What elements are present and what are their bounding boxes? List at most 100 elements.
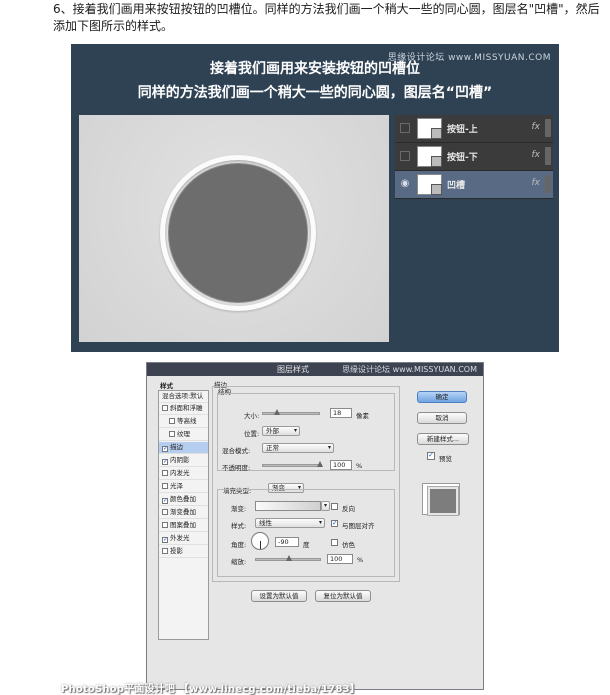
scale-input[interactable]: 100 [327, 554, 353, 564]
style-checkbox[interactable] [162, 509, 168, 515]
slider-knob[interactable] [286, 555, 292, 561]
fx-icon[interactable]: fx [532, 150, 541, 160]
dialog-body: 样式 混合选项:默认 斜面和浮雕 等高线 纹理 ✓ 描边 ✓ 内阴影 内发光 光泽 ✓ 颜色叠加 渐变… [147, 376, 483, 689]
layer-row[interactable]: 按钮-上 fx [395, 115, 553, 143]
style-item-label: 内发光 [170, 469, 190, 477]
style-checkbox[interactable] [162, 405, 168, 411]
style-item[interactable]: 光泽 [159, 481, 208, 493]
style-checkbox[interactable] [162, 522, 168, 528]
button-circle [169, 164, 307, 302]
style-checkbox[interactable] [169, 431, 175, 437]
dither-checkbox[interactable] [331, 539, 338, 546]
style-item[interactable]: ✓ 颜色叠加 [159, 494, 208, 506]
visibility-toggle[interactable] [400, 151, 410, 161]
angle-label: 角度: [231, 541, 247, 549]
scale-slider[interactable] [255, 555, 321, 561]
style-item[interactable]: 斜面和浮雕 [159, 403, 208, 415]
angle-dial[interactable] [251, 532, 269, 550]
fx-icon[interactable]: fx [532, 122, 541, 132]
set-default-button[interactable]: 设置为默认值 [251, 590, 307, 602]
layer-style-dialog: 图层样式 思缘设计论坛 www.MISSYUAN.COM 样式 混合选项:默认 … [146, 362, 484, 690]
cancel-button[interactable]: 取消 [417, 412, 467, 424]
scroll-handle[interactable] [545, 119, 551, 137]
size-slider[interactable] [262, 409, 320, 415]
opacity-label: 不透明度: [222, 464, 251, 472]
heading-line-1: 接着我们画用来安装按钮的凹槽位 [210, 61, 420, 77]
position-select[interactable]: 外部 [262, 426, 300, 436]
eye-icon[interactable]: ◉ [400, 179, 410, 189]
gradient-picker[interactable] [321, 501, 330, 511]
scale-unit: % [357, 556, 364, 564]
step-caption: 6、接着我们画用来按钮按钮的凹槽位。同样的方法我们画一个稍大一些的同心圆，图层名… [53, 2, 600, 33]
style-item[interactable]: 内发光 [159, 468, 208, 480]
design-canvas [79, 115, 389, 342]
size-input[interactable]: 18 [330, 408, 352, 418]
ok-button[interactable]: 确定 [417, 391, 467, 403]
dither-label: 仿色 [342, 541, 355, 549]
preview-checkbox[interactable]: ✓ [427, 452, 435, 460]
watermark: 思缘设计论坛 www.MISSYUAN.COM [342, 365, 477, 374]
position-label: 位置: [244, 430, 260, 438]
angle-unit: 度 [303, 541, 310, 549]
style-item[interactable]: ✓ 内阴影 [159, 455, 208, 467]
fx-icon[interactable]: fx [532, 178, 541, 188]
style-item[interactable]: ✓ 外发光 [159, 533, 208, 545]
style-checkbox[interactable] [162, 470, 168, 476]
opacity-input[interactable]: 100 [330, 460, 352, 470]
scroll-handle[interactable] [545, 175, 551, 193]
opacity-unit: % [356, 462, 363, 470]
style-select[interactable]: 线性 [255, 518, 325, 528]
layer-thumbnail [417, 174, 442, 195]
dialog-titlebar[interactable]: 图层样式 思缘设计论坛 www.MISSYUAN.COM [147, 363, 483, 376]
style-item[interactable]: ✓ 描边 [159, 442, 208, 454]
style-checkbox[interactable]: ✓ [162, 446, 168, 452]
groove-hole [165, 160, 311, 306]
angle-input[interactable]: -90 [275, 537, 299, 547]
layer-row[interactable]: 按钮-下 fx [395, 143, 553, 171]
style-checkbox[interactable] [169, 418, 175, 424]
style-item[interactable]: 渐变叠加 [159, 507, 208, 519]
layer-thumbnail [417, 146, 442, 167]
style-item[interactable]: 投影 [159, 546, 208, 558]
style-checkbox[interactable]: ✓ [162, 498, 168, 504]
scroll-handle[interactable] [545, 147, 551, 165]
slider-knob[interactable] [317, 461, 323, 467]
tutorial-image: 思缘设计论坛 www.MISSYUAN.COM 接着我们画用来安装按钮的凹槽位 … [71, 44, 559, 352]
layer-name: 按钮-下 [447, 153, 478, 163]
style-item[interactable]: 等高线 [159, 416, 208, 428]
slider-knob[interactable] [274, 409, 281, 415]
style-item-label: 投影 [170, 547, 183, 555]
style-item[interactable]: 纹理 [159, 429, 208, 441]
size-label: 大小: [244, 412, 260, 420]
style-checkbox[interactable]: ✓ [162, 459, 168, 465]
style-item[interactable]: 图案叠加 [159, 520, 208, 532]
layer-row-selected[interactable]: ◉ 凹槽 fx [395, 171, 553, 199]
align-checkbox[interactable]: ✓ [331, 520, 338, 527]
preview-label: 预览 [439, 455, 452, 463]
layers-panel: 按钮-上 fx 按钮-下 fx ◉ 凹槽 fx [395, 115, 553, 199]
align-label: 与图层对齐 [342, 522, 375, 530]
style-item-label: 图案叠加 [170, 521, 196, 529]
visibility-toggle[interactable] [400, 123, 410, 133]
gradient-label: 渐变: [231, 505, 247, 513]
size-unit: 像素 [356, 412, 369, 420]
style-checkbox[interactable] [162, 483, 168, 489]
style-item-label: 光泽 [170, 482, 183, 490]
blend-mode-select[interactable]: 正常 [262, 443, 334, 453]
style-list: 混合选项:默认 斜面和浮雕 等高线 纹理 ✓ 描边 ✓ 内阴影 内发光 光泽 ✓ 颜色叠加 渐变叠加图… [158, 390, 209, 640]
gradient-preview[interactable] [255, 501, 321, 511]
dialog-title: 图层样式 [277, 365, 309, 374]
blend-options-item[interactable]: 混合选项:默认 [159, 391, 208, 403]
style-checkbox[interactable]: ✓ [162, 537, 168, 543]
groove-ring [160, 155, 316, 311]
style-item-label: 描边 [170, 443, 183, 451]
style-item-label: 颜色叠加 [170, 495, 196, 503]
reverse-checkbox[interactable] [331, 503, 338, 510]
opacity-slider[interactable] [262, 461, 323, 467]
style-checkbox[interactable] [162, 548, 168, 554]
reset-default-button[interactable]: 复位为默认值 [315, 590, 371, 602]
new-style-button[interactable]: 新建样式... [417, 433, 469, 445]
scale-label: 缩放: [231, 558, 247, 566]
style-item-label: 斜面和浮雕 [170, 404, 203, 412]
layer-name: 凹槽 [447, 181, 466, 191]
